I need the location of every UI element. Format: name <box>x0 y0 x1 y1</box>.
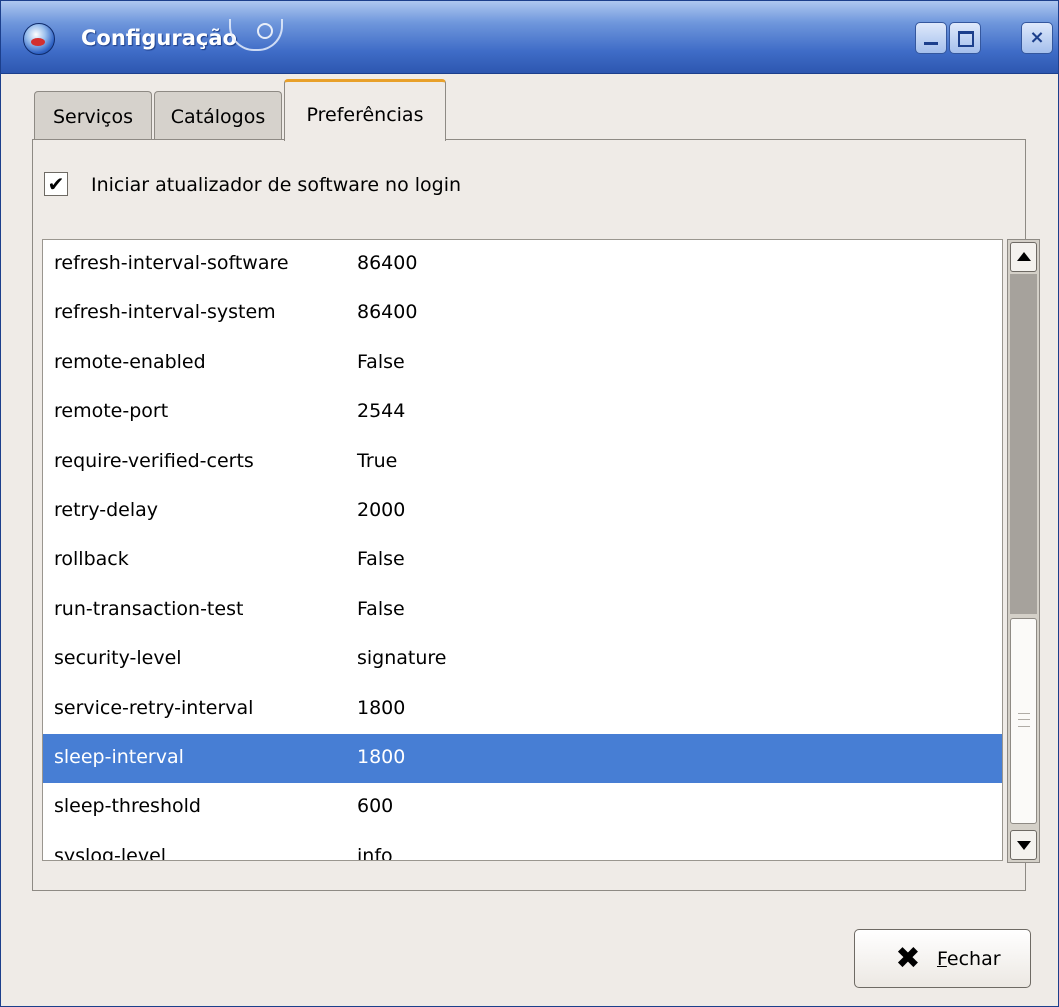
tab-catalogos[interactable]: Catálogos <box>154 91 282 139</box>
list-row[interactable]: require-verified-certs True <box>43 438 1002 487</box>
list-row[interactable]: remote-port 2544 <box>43 388 1002 437</box>
window-title: Configuração <box>81 26 237 50</box>
maximize-button[interactable] <box>949 22 981 54</box>
pref-key: security-level <box>54 647 182 670</box>
pref-key: refresh-interval-system <box>54 301 276 324</box>
pref-value: False <box>357 350 405 373</box>
pref-value: True <box>357 449 398 472</box>
list-row[interactable]: run-transaction-test False <box>43 586 1002 635</box>
pref-value: 2000 <box>357 498 406 521</box>
scrollbar-track[interactable] <box>1010 274 1037 614</box>
pref-value: False <box>357 597 405 620</box>
window-close-button[interactable]: × <box>1021 22 1053 54</box>
pref-value: 2544 <box>357 400 406 423</box>
list-row[interactable]: refresh-interval-software 86400 <box>43 240 1002 289</box>
pref-key: remote-port <box>54 400 169 423</box>
pref-key: remote-enabled <box>54 350 206 373</box>
close-button-mnemonic: F <box>937 948 947 970</box>
vertical-scrollbar[interactable] <box>1007 239 1040 863</box>
pref-value: 1800 <box>357 696 406 719</box>
startup-checkbox-label[interactable]: Iniciar atualizador de software no login <box>91 172 461 198</box>
minimize-button[interactable] <box>915 22 947 54</box>
pref-key: run-transaction-test <box>54 597 244 620</box>
list-row-selected[interactable]: sleep-interval 1800 <box>43 733 1002 784</box>
pref-key: sleep-interval <box>54 745 184 768</box>
brand-logo-icon <box>229 19 283 51</box>
pref-value: info <box>357 844 393 861</box>
pref-value: False <box>357 548 405 571</box>
list-row[interactable]: security-level signature <box>43 635 1002 684</box>
pref-key: require-verified-certs <box>54 449 254 472</box>
list-row[interactable]: sleep-threshold 600 <box>43 783 1002 832</box>
close-x-icon: × <box>1029 27 1045 48</box>
app-globe-icon[interactable] <box>23 23 55 55</box>
grip-icon <box>1018 713 1030 727</box>
list-row[interactable]: refresh-interval-system 86400 <box>43 289 1002 338</box>
tab-preferencias[interactable]: Preferências <box>284 79 446 141</box>
startup-checkbox[interactable]: ✔ <box>44 172 68 196</box>
list-row[interactable]: service-retry-interval 1800 <box>43 685 1002 734</box>
pref-value: 86400 <box>357 301 418 324</box>
scroll-up-arrow-icon[interactable] <box>1010 242 1037 272</box>
pref-key: sleep-threshold <box>54 795 201 818</box>
list-row[interactable]: rollback False <box>43 536 1002 585</box>
close-button[interactable]: ✖ Fechar <box>854 929 1031 988</box>
pref-key: rollback <box>54 548 129 571</box>
close-x-icon: ✖ <box>895 941 921 976</box>
title-bar[interactable]: Configuração × <box>1 1 1058 74</box>
tab-servicos[interactable]: Serviços <box>34 91 152 139</box>
list-row[interactable]: syslog-level info <box>43 833 1002 861</box>
configuration-window: Configuração × Serviços Catálogos Prefer… <box>0 0 1059 1007</box>
list-row[interactable]: remote-enabled False <box>43 339 1002 388</box>
list-row[interactable]: retry-delay 2000 <box>43 487 1002 536</box>
pref-value: 600 <box>357 795 394 818</box>
pref-value: 86400 <box>357 252 418 274</box>
pref-key: retry-delay <box>54 498 159 521</box>
pref-value: signature <box>357 647 447 670</box>
scrollbar-thumb[interactable] <box>1010 618 1037 824</box>
pref-key: refresh-interval-software <box>54 252 289 274</box>
pref-value: 1800 <box>357 745 406 768</box>
preferences-list[interactable]: refresh-interval-software 86400 refresh-i… <box>42 239 1003 861</box>
close-button-label-rest: echar <box>946 948 1001 970</box>
close-button-label: Fechar <box>937 946 1001 972</box>
pref-key: syslog-level <box>54 844 167 861</box>
scroll-down-arrow-icon[interactable] <box>1010 830 1037 860</box>
pref-key: service-retry-interval <box>54 696 254 719</box>
